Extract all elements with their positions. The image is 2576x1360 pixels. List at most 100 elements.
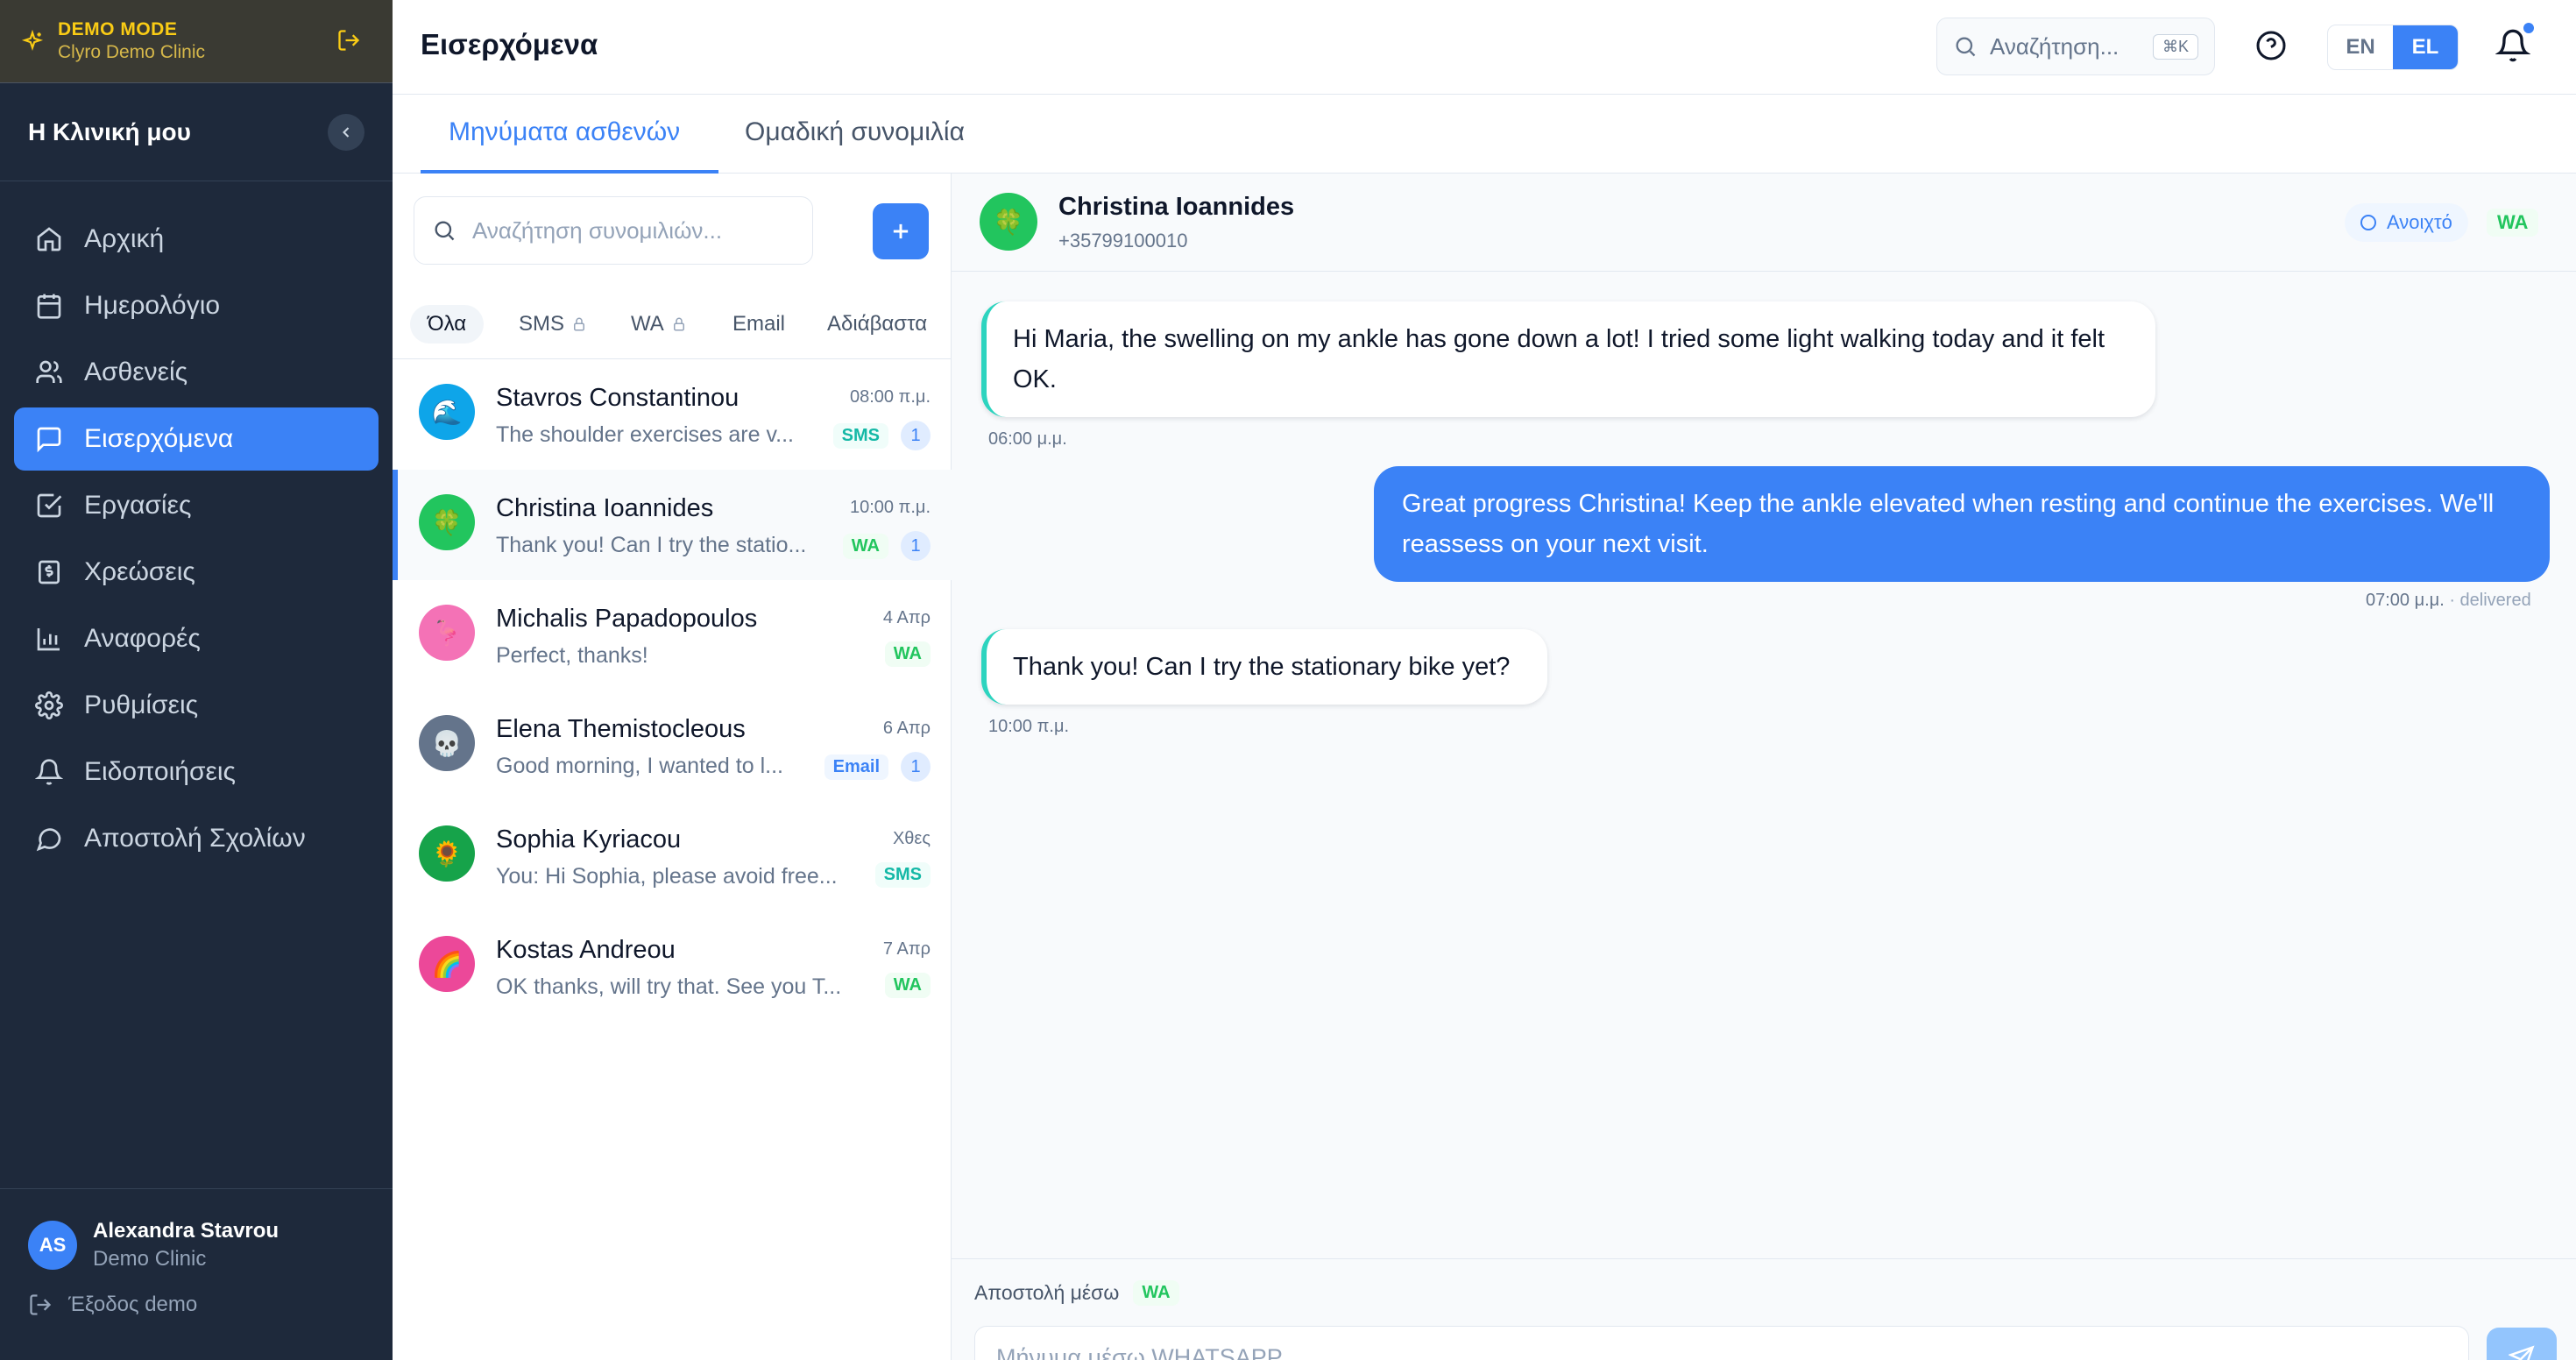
user-clinic: Demo Clinic (93, 1247, 207, 1271)
conversation-item[interactable]: 🌈 Kostas Andreou 7 Απρ OK thanks, will t… (393, 911, 952, 1022)
send-icon (2509, 1345, 2535, 1360)
user-name: Alexandra Stavrou (93, 1219, 280, 1243)
message-circle-icon (36, 828, 61, 852)
conversation-list-panel: Αναζήτηση συνομιλιών... Όλα SMS WA Email… (393, 174, 952, 1360)
calendar-icon (37, 294, 61, 319)
notification-dot (2522, 21, 2536, 35)
lang-en-button[interactable]: EN (2328, 25, 2393, 69)
global-search-placeholder: Αναζήτηση... (1990, 32, 2120, 60)
exit-demo-icon[interactable] (336, 28, 361, 53)
tab-team-chat[interactable]: Ομαδική συνομιλία (745, 117, 965, 147)
search-icon (435, 221, 455, 241)
clinic-header: Η Κλινική μου (0, 83, 393, 181)
page-title: Εισερχόμενα (421, 28, 598, 60)
conversation-item[interactable]: 🦩 Michalis Papadopoulos 4 Απρ Perfect, t… (393, 580, 952, 691)
message-square-icon (37, 427, 61, 453)
conversation-preview: Good morning, I wanted to l... (496, 754, 783, 778)
channel-badge: WA (884, 973, 931, 998)
logout-icon (30, 1294, 52, 1315)
sidebar-item-label: Αναφορές (84, 624, 201, 653)
send-via-text: Αποστολή μέσω (974, 1281, 1120, 1304)
lang-el-button[interactable]: EL (2393, 25, 2458, 69)
filter-label: WA (631, 312, 664, 336)
message-input[interactable]: Μήνυμα μέσω WHATSAPP... (974, 1326, 2469, 1360)
filter-sms[interactable]: SMS (519, 305, 587, 344)
dollar-receipt-icon (39, 560, 60, 584)
demo-mode-banner: DEMO MODE Clyro Demo Clinic (0, 0, 393, 83)
sidebar-item-calendar[interactable]: Ημερολόγιο (14, 274, 379, 337)
chat-header: 🍀 Christina Ioannides +35799100010 Ανοιχ… (952, 174, 2576, 272)
top-bar: Εισερχόμενα Αναζήτηση... ⌘K EN EL (393, 0, 2576, 95)
exit-demo-button[interactable]: Έξοδος demo (0, 1271, 393, 1317)
conversation-time: 7 Απρ (882, 939, 931, 959)
conversation-status-button[interactable]: Ανοιχτό (2345, 203, 2468, 242)
sidebar-item-feedback[interactable]: Αποστολή Σχολίων (14, 807, 379, 870)
conversation-search-input[interactable]: Αναζήτηση συνομιλιών... (414, 196, 813, 265)
sidebar-item-label: Εργασίες (84, 491, 192, 520)
avatar: 🍀 (980, 193, 1037, 251)
demo-clinic-name: Clyro Demo Clinic (58, 42, 206, 62)
delivery-status: · delivered (2449, 591, 2531, 610)
send-channel-badge[interactable]: WA (1133, 1280, 1179, 1306)
conversation-preview: Perfect, thanks! (496, 643, 648, 668)
conversation-item[interactable]: 🌻 Sophia Kyriacou Χθες You: Hi Sophia, p… (393, 801, 952, 911)
sidebar-item-tasks[interactable]: Εργασίες (14, 474, 379, 537)
filter-unread[interactable]: Αδιάβαστα (827, 305, 927, 344)
channel-badge: WA (884, 641, 931, 667)
send-button[interactable] (2487, 1328, 2557, 1360)
message-time: 07:00 μ.μ. (2366, 591, 2445, 610)
sidebar-item-label: Εισερχόμενα (84, 424, 234, 453)
status-label: Ανοιχτό (2387, 211, 2452, 233)
avatar: 🍀 (419, 494, 475, 550)
avatar: 🦩 (419, 605, 475, 661)
sidebar-nav: Αρχική Ημερολόγιο Ασθενείς Εισερχόμενα Ε… (0, 181, 393, 870)
global-search[interactable]: Αναζήτηση... ⌘K (1936, 18, 2215, 75)
filter-email[interactable]: Email (732, 305, 785, 344)
inbox-tabs: Μηνύματα ασθενών Ομαδική συνομιλία (393, 95, 2576, 174)
conversation-name: Michalis Papadopoulos (496, 605, 758, 633)
contact-name: Christina Ioannides (1058, 193, 1295, 221)
sidebar-item-reports[interactable]: Αναφορές (14, 607, 379, 670)
unread-count-badge: 1 (901, 752, 931, 782)
plus-icon (893, 223, 909, 239)
sidebar-item-settings[interactable]: Ρυθμίσεις (14, 674, 379, 737)
lock-icon (673, 317, 684, 331)
conversation-preview: The shoulder exercises are v... (496, 422, 794, 447)
sidebar-item-home[interactable]: Αρχική (14, 208, 379, 271)
conversation-time: 10:00 π.μ. (849, 498, 931, 517)
search-icon (1956, 37, 1976, 57)
collapse-sidebar-button[interactable] (328, 114, 364, 151)
conversation-item[interactable]: 🍀 Christina Ioannides 10:00 π.μ. Thank y… (393, 470, 952, 580)
status-circle-icon (2360, 215, 2376, 230)
sparkles-icon (21, 30, 44, 52)
avatar[interactable]: AS (28, 1221, 77, 1270)
conversation-item[interactable]: 💀 Elena Themistocleous 6 Απρ Good mornin… (393, 691, 952, 801)
filter-all[interactable]: Όλα (410, 305, 485, 344)
exit-demo-label: Έξοδος demo (68, 1293, 198, 1316)
conversation-preview: OK thanks, will try that. See you T... (496, 974, 842, 999)
message-meta: 07:00 μ.μ. · delivered (2366, 591, 2531, 611)
filter-wa[interactable]: WA (631, 305, 687, 344)
conversation-name: Sophia Kyriacou (496, 825, 682, 854)
bar-chart-icon (37, 628, 60, 651)
filter-label: SMS (519, 312, 565, 336)
sidebar-item-notifications[interactable]: Ειδοποιήσεις (14, 740, 379, 804)
sidebar-item-patients[interactable]: Ασθενείς (14, 341, 379, 404)
channel-badge: SMS (832, 422, 888, 449)
search-shortcut: ⌘K (2152, 33, 2198, 60)
home-icon (37, 227, 61, 251)
tab-patient-messages[interactable]: Μηνύματα ασθενών (449, 117, 680, 147)
unread-count-badge: 1 (901, 421, 931, 450)
sidebar-item-inbox[interactable]: Εισερχόμενα (14, 407, 379, 471)
conversation-item[interactable]: 🌊 Stavros Constantinou 08:00 π.μ. The sh… (393, 359, 952, 470)
channel-badge: Email (824, 754, 888, 780)
conversation-preview: Thank you! Can I try the statio... (496, 533, 807, 557)
conversation-name: Stavros Constantinou (496, 384, 740, 412)
sidebar: DEMO MODE Clyro Demo Clinic Η Κλινική μο… (0, 0, 393, 1360)
conversation-name: Kostas Andreou (496, 936, 676, 964)
avatar: 🌈 (419, 936, 475, 992)
help-icon[interactable] (2255, 30, 2287, 61)
avatar: 🌻 (419, 825, 475, 882)
new-conversation-button[interactable] (873, 203, 929, 259)
sidebar-item-billing[interactable]: Χρεώσεις (14, 541, 379, 604)
